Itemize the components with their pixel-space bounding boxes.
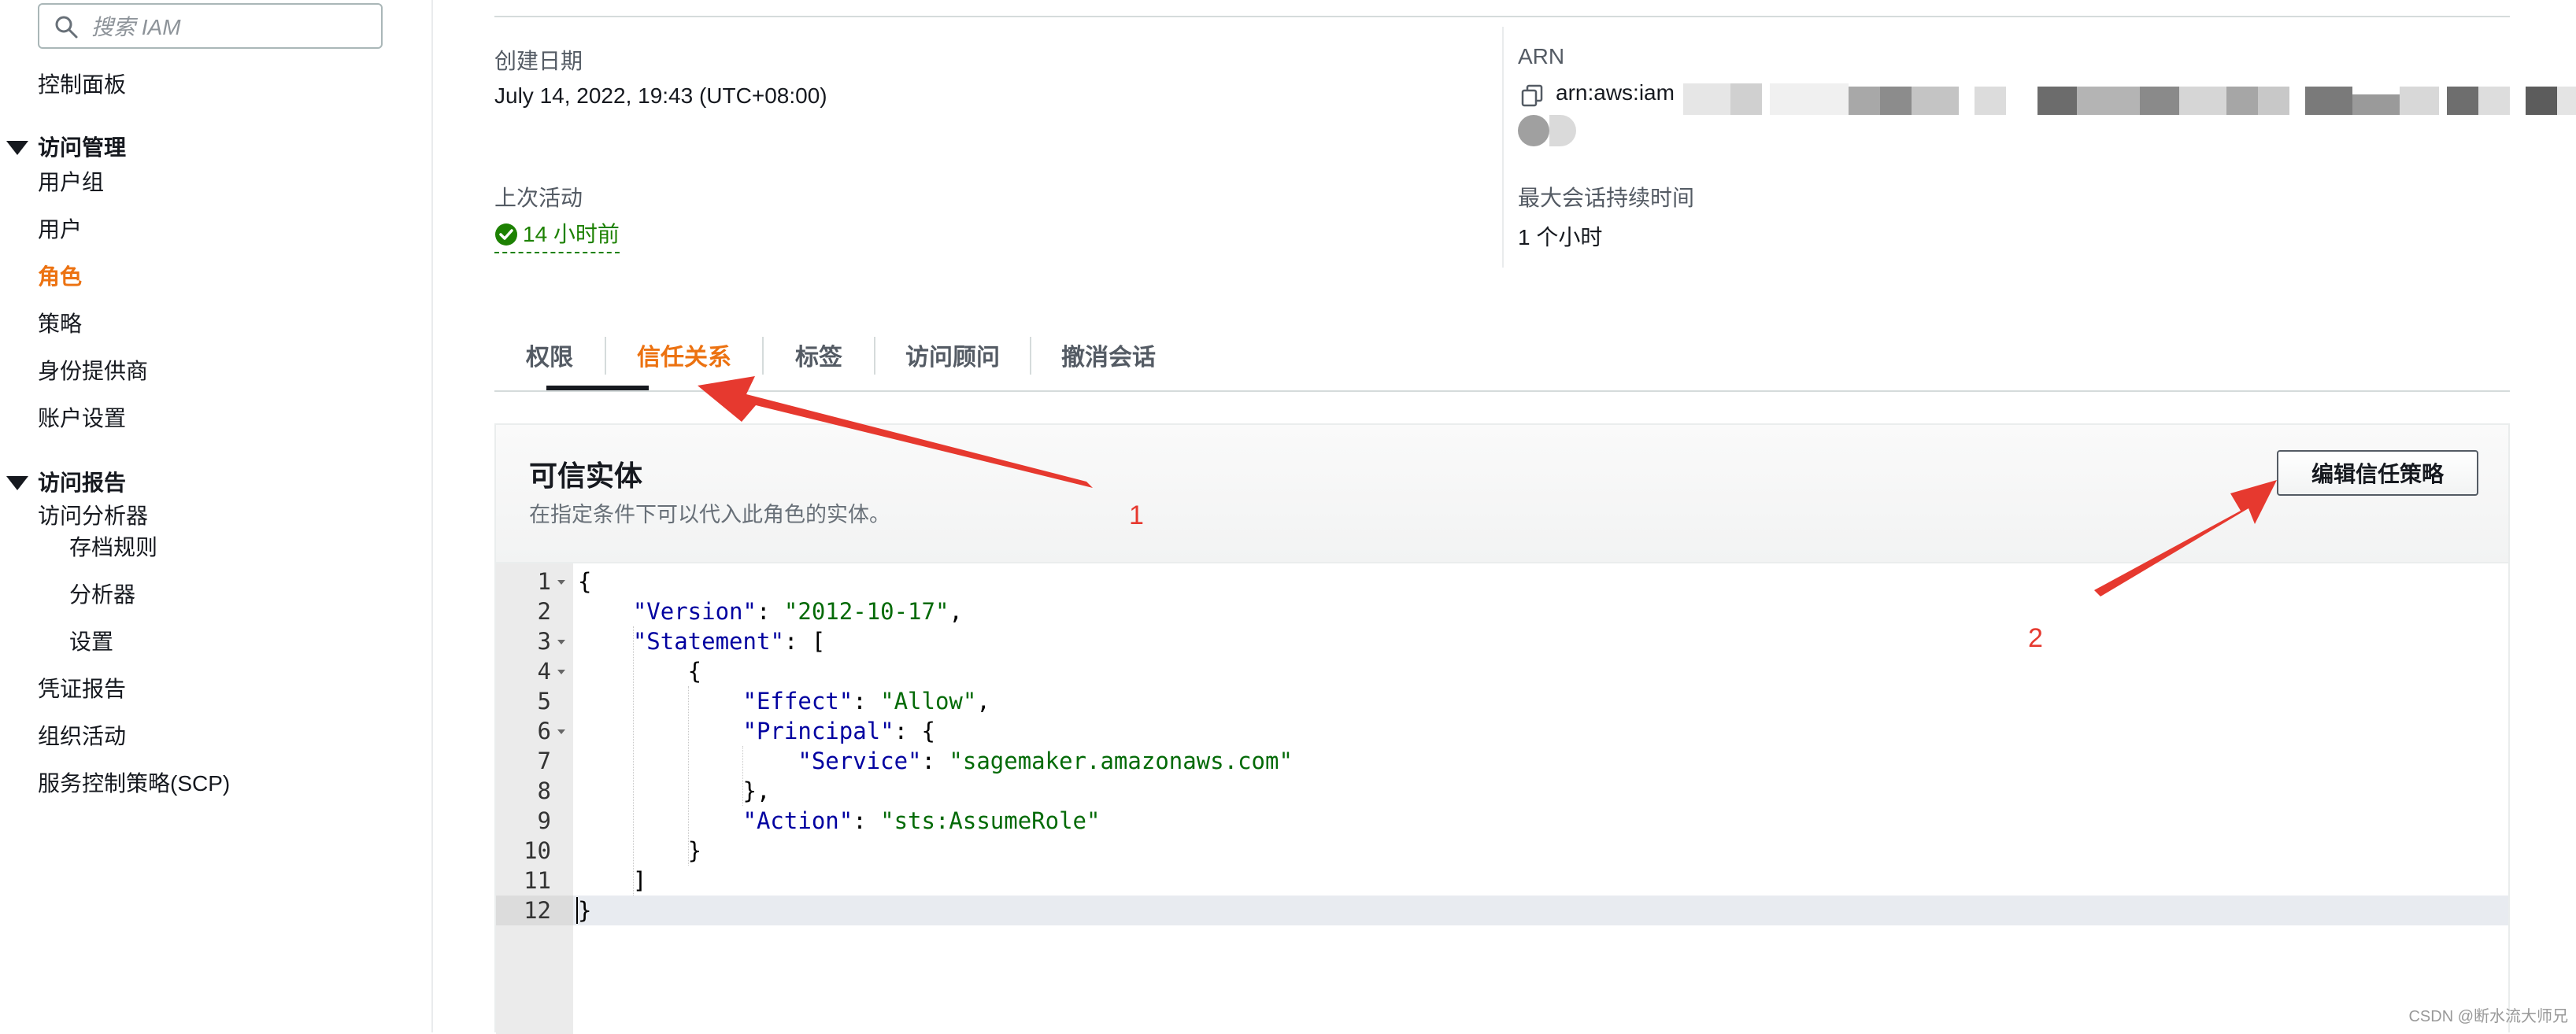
line-number: 8 [537, 777, 551, 804]
check-circle-icon [495, 223, 517, 246]
policy-code-editor[interactable]: 1 {2 "Version": "2012-10-17", 3 "Statement… [496, 563, 2508, 1034]
sidebar-item-organization-activity[interactable]: 组织活动 [38, 719, 126, 751]
sidebar-item-scp[interactable]: 服务控制策略(SCP) [38, 766, 230, 798]
search-input[interactable] [90, 9, 376, 46]
created-date-value: July 14, 2022, 19:43 (UTC+08:00) [494, 83, 827, 108]
sidebar-item-account-settings[interactable]: 账户设置 [38, 401, 126, 433]
tabs-divider [494, 390, 2510, 392]
code-line: { [578, 568, 592, 595]
tab-trust-relationships[interactable]: 信任关系 [606, 318, 762, 392]
tab-access-advisor[interactable]: 访问顾问 [875, 318, 1030, 392]
expand-triangle-icon [6, 475, 28, 490]
watermark: CSDN @断水流大师兄 [2408, 1008, 2568, 1025]
sidebar-item-analyzer-settings[interactable]: 设置 [69, 625, 113, 656]
code-line: "Version": "2012-10-17", [632, 598, 963, 625]
sidebar-item-roles[interactable]: 角色 [38, 260, 82, 291]
max-session-label: 最大会话持续时间 [1518, 186, 1695, 210]
sidebar-item-archive-rules[interactable]: 存档规则 [69, 530, 157, 562]
code-line: }, [578, 777, 771, 804]
arn-label: ARN [1518, 44, 1565, 68]
sidebar-section-access-management[interactable]: 访问管理 [6, 131, 126, 162]
last-activity-label: 上次活动 [494, 186, 583, 210]
created-date-label: 创建日期 [494, 49, 583, 73]
line-number: 12 [524, 897, 551, 924]
section-title: 访问报告 [38, 471, 127, 495]
tab-bar: 权限 信任关系 标签 访问顾问 撤消会话 [494, 318, 2510, 392]
line-number: 2 [537, 598, 551, 625]
code-line: "Statement": [ [632, 628, 826, 655]
last-activity-text: 14 小时前 [523, 222, 620, 246]
main-content: 创建日期 July 14, 2022, 19:43 (UTC+08:00) 上次… [431, 0, 2576, 1034]
sidebar-section-access-reports[interactable]: 访问报告 [6, 466, 126, 497]
line-number: 10 [524, 837, 551, 864]
arn-value: arn:aws:iam [1556, 80, 1675, 105]
max-session-value: 1 个小时 [1518, 225, 1603, 249]
expand-triangle-icon [6, 140, 28, 155]
fold-toggle-icon[interactable] [557, 640, 565, 644]
line-number: 7 [537, 748, 551, 774]
code-line: "Action": "sts:AssumeRole" [742, 807, 1101, 834]
sidebar-item-identity-providers[interactable]: 身份提供商 [38, 354, 148, 386]
panel-description: 在指定条件下可以代入此角色的实体。 [529, 503, 890, 526]
section-title: 访问管理 [38, 135, 127, 160]
line-number: 1 [537, 568, 551, 595]
last-activity-value[interactable]: 14 小时前 [494, 217, 620, 253]
line-number: 5 [537, 688, 551, 715]
line-number: 4 [537, 658, 551, 685]
divider [494, 16, 2510, 17]
line-number: 9 [537, 807, 551, 834]
sidebar-item-analyzers[interactable]: 分析器 [69, 578, 135, 609]
indent-guide [742, 746, 744, 806]
annotation-label-1: 1 [1129, 500, 1144, 530]
search-box[interactable] [38, 3, 383, 49]
indent-guide [687, 686, 689, 866]
fold-toggle-icon[interactable] [557, 729, 565, 734]
tab-tags[interactable]: 标签 [764, 318, 874, 392]
sidebar-item-user-groups[interactable]: 用户组 [38, 165, 104, 197]
code-line: { [578, 658, 702, 685]
sidebar-item-dashboard[interactable]: 控制面板 [38, 68, 126, 99]
tab-permissions[interactable]: 权限 [494, 318, 605, 392]
annotation-label-2: 2 [2028, 623, 2043, 653]
tab-revoke-sessions[interactable]: 撤消会话 [1031, 318, 1186, 392]
code-line: "Principal": { [742, 718, 935, 744]
trusted-entities-panel: 可信实体 在指定条件下可以代入此角色的实体。 编辑信任策略 1 {2 "Versi… [494, 423, 2510, 1034]
line-number: 3 [537, 628, 551, 655]
panel-title: 可信实体 [529, 460, 643, 492]
line-number: 11 [524, 867, 551, 894]
active-line-highlight [496, 896, 2508, 925]
panel-header: 可信实体 在指定条件下可以代入此角色的实体。 编辑信任策略 [496, 425, 2508, 563]
sidebar-item-access-analyzer[interactable]: 访问分析器 [38, 499, 148, 530]
code-line: ] [578, 867, 647, 894]
copy-icon[interactable] [1519, 83, 1545, 109]
line-number: 6 [537, 718, 551, 744]
sidebar-item-policies[interactable]: 策略 [38, 307, 82, 338]
vertical-divider [1502, 27, 1504, 268]
code-line: } [578, 837, 702, 864]
sidebar: 控制面板 访问管理 用户组 用户 角色 策略 身份提供商 账户设置 访问报告 访… [0, 0, 433, 1032]
sidebar-item-credential-report[interactable]: 凭证报告 [38, 672, 126, 703]
code-line: } [578, 897, 592, 924]
search-icon [55, 16, 78, 39]
fold-toggle-icon[interactable] [557, 670, 565, 674]
fold-toggle-icon[interactable] [557, 580, 565, 585]
code-line: "Effect": "Allow", [742, 688, 990, 715]
edit-trust-policy-button[interactable]: 编辑信任策略 [2277, 450, 2478, 496]
code-line: "Service": "sagemaker.amazonaws.com" [798, 748, 1293, 774]
sidebar-item-users[interactable]: 用户 [38, 212, 82, 244]
indent-guide [632, 626, 634, 896]
text-cursor [576, 897, 578, 924]
